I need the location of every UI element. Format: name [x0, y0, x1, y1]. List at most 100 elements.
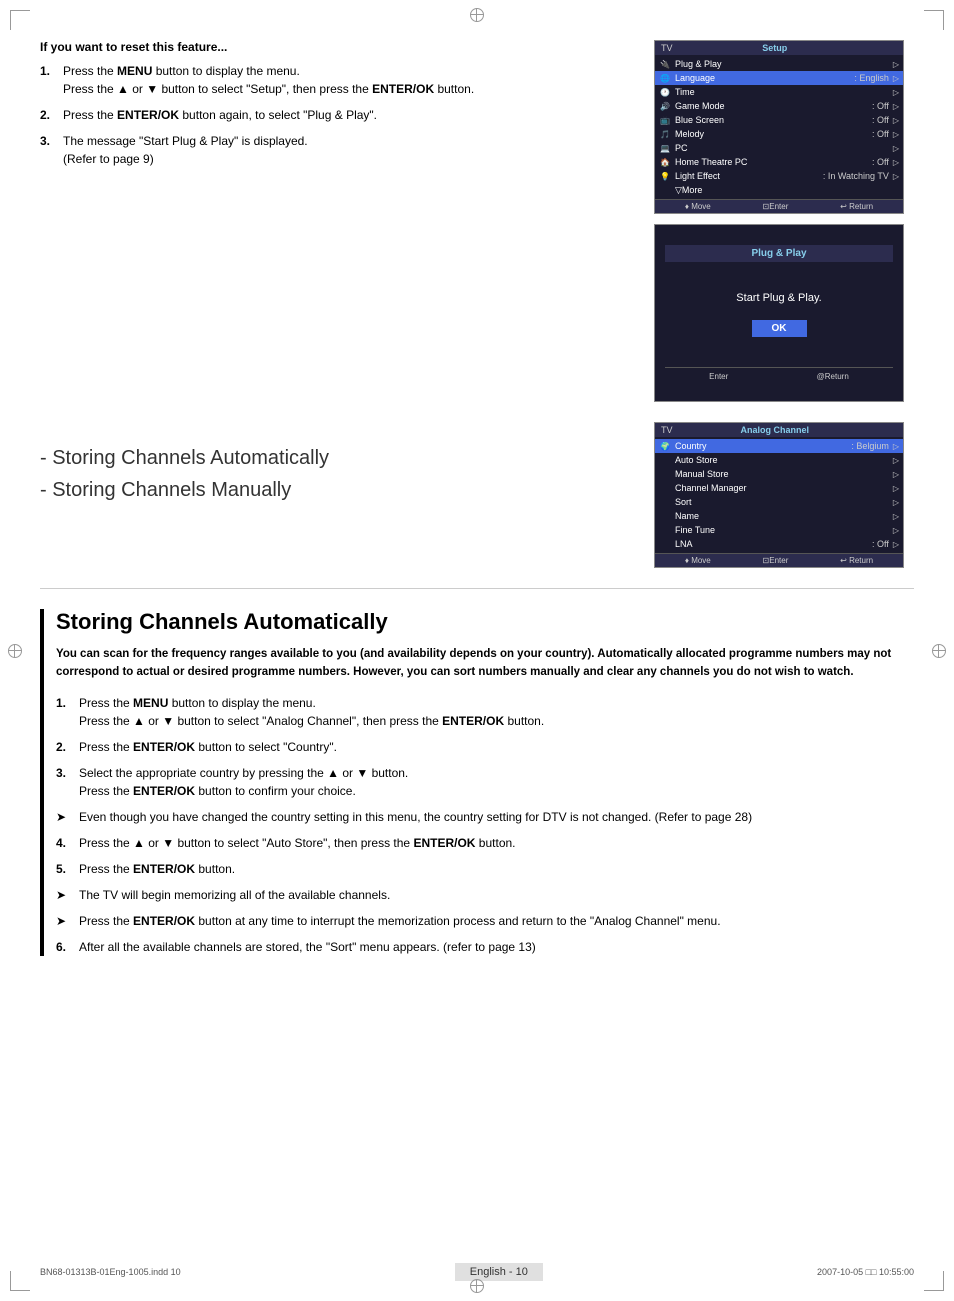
menu-row-plug-play: 🔌 Plug & Play ▷ — [655, 57, 903, 71]
menu-row-blue: 📺 Blue Screen : Off ▷ — [655, 113, 903, 127]
footer-left-text: BN68-01313B-01Eng-1005.indd 10 — [40, 1267, 181, 1277]
bold-enterok-main-2: ENTER/OK — [133, 740, 195, 754]
row-label-plug: Plug & Play — [675, 59, 889, 69]
crosshair-bottom — [470, 1279, 484, 1293]
setup-screen-footer: ♦ Move ⊡Enter ↩ Return — [655, 199, 903, 213]
step-num-1: 1. — [40, 62, 55, 98]
row-arrow-lna: ▷ — [893, 540, 899, 549]
main-description: You can scan for the frequency ranges av… — [56, 645, 914, 682]
bold-enterok-main-6: ENTER/OK — [133, 914, 195, 928]
row-arrow-manual-store: ▷ — [893, 470, 899, 479]
row-arrow-channel-manager: ▷ — [893, 484, 899, 493]
step-text-1: Press the MENU button to display the men… — [63, 62, 474, 98]
top-section: If you want to reset this feature... 1. … — [40, 40, 914, 402]
menu-row-name: Name ▷ — [655, 509, 903, 523]
row-value-melody: : Off — [872, 129, 889, 139]
row-arrow-plug: ▷ — [893, 60, 899, 69]
menu-row-auto-store: Auto Store ▷ — [655, 453, 903, 467]
analog-screen-header: TV Analog Channel — [655, 423, 903, 437]
row-label-lna: LNA — [675, 539, 868, 549]
main-step-note-text-3: Press the ENTER/OK button at any time to… — [79, 912, 721, 930]
main-step-num-6: 6. — [56, 938, 71, 956]
row-label-home: Home Theatre PC — [675, 157, 868, 167]
manual-store-icon — [659, 468, 671, 480]
channel-manager-icon — [659, 482, 671, 494]
blue-icon: 📺 — [659, 114, 671, 126]
lang-icon: 🌐 — [659, 72, 671, 84]
bold-enterok-2: ENTER/OK — [117, 108, 179, 122]
menu-row-game: 🔊 Game Mode : Off ▷ — [655, 99, 903, 113]
light-icon: 💡 — [659, 170, 671, 182]
row-arrow-name: ▷ — [893, 512, 899, 521]
main-step-4: 4. Press the ▲ or ▼ button to select "Au… — [56, 834, 914, 852]
reset-step-2: 2. Press the ENTER/OK button again, to s… — [40, 106, 624, 124]
crosshair-top — [470, 8, 484, 22]
name-icon — [659, 510, 671, 522]
main-step-sym-note3: ➤ — [56, 912, 71, 930]
clock-icon: 🕐 — [659, 86, 671, 98]
ok-button[interactable]: OK — [752, 320, 807, 337]
row-arrow-country: ▷ — [893, 442, 899, 451]
plug-play-screen: Plug & Play Start Plug & Play. OK Enter … — [654, 224, 904, 402]
main-step-note-text-2: The TV will begin memorizing all of the … — [79, 886, 390, 904]
row-label-fine-tune: Fine Tune — [675, 525, 889, 535]
main-step-1: 1. Press the MENU button to display the … — [56, 694, 914, 730]
reset-steps-list: 1. Press the MENU button to display the … — [40, 62, 624, 168]
bold-menu-1: MENU — [117, 64, 152, 78]
main-step-text-2: Press the ENTER/OK button to select "Cou… — [79, 738, 337, 756]
main-step-5: 5. Press the ENTER/OK button. — [56, 860, 914, 878]
main-step-num-5: 5. — [56, 860, 71, 878]
menu-row-sort: Sort ▷ — [655, 495, 903, 509]
bold-enterok-1: ENTER/OK — [372, 82, 434, 96]
main-step-text-3: Select the appropriate country by pressi… — [79, 764, 408, 800]
row-arrow-melody: ▷ — [893, 130, 899, 139]
setup-menu-screen: TV Setup 🔌 Plug & Play ▷ 🌐 Language — [654, 40, 904, 214]
row-arrow-fine-tune: ▷ — [893, 526, 899, 535]
sort-icon — [659, 496, 671, 508]
melody-icon: 🎵 — [659, 128, 671, 140]
footer-move-2: ♦ Move — [685, 556, 711, 565]
main-step-sym-note1: ➤ — [56, 808, 71, 826]
row-arrow-auto-store: ▷ — [893, 456, 899, 465]
footer-return-1: ↩ Return — [840, 202, 873, 211]
sound-icon: 🔊 — [659, 100, 671, 112]
row-arrow-lang: ▷ — [893, 74, 899, 83]
row-label-name: Name — [675, 511, 889, 521]
pc-icon: 💻 — [659, 142, 671, 154]
row-value-blue: : Off — [872, 115, 889, 125]
step-text-2: Press the ENTER/OK button again, to sele… — [63, 106, 377, 124]
row-value-home: : Off — [872, 157, 889, 167]
footer-return-2: ↩ Return — [840, 556, 873, 565]
row-label-light: Light Effect — [675, 171, 819, 181]
tv-label-1: TV — [661, 43, 673, 53]
crosshair-left — [8, 644, 22, 658]
bold-enterok-main-5: ENTER/OK — [133, 862, 195, 876]
pp-return: @Return — [817, 372, 849, 381]
main-section-title: Storing Channels Automatically — [56, 609, 914, 635]
middle-section: - Storing Channels Automatically - Stori… — [40, 422, 914, 568]
menu-row-more: ▽More — [655, 183, 903, 197]
lna-icon — [659, 538, 671, 550]
analog-menu-body: 🌍 Country : Belgium ▷ Auto Store ▷ Manua… — [655, 437, 903, 553]
top-right-screenshots: TV Setup 🔌 Plug & Play ▷ 🌐 Language — [654, 40, 914, 402]
setup-menu-body: 🔌 Plug & Play ▷ 🌐 Language : English ▷ 🕐 — [655, 55, 903, 199]
footer-enter-2: ⊡Enter — [763, 556, 789, 565]
storing-title-1: - Storing Channels Automatically — [40, 442, 634, 474]
row-arrow-sort: ▷ — [893, 498, 899, 507]
analog-channel-screen: TV Analog Channel 🌍 Country : Belgium ▷ … — [654, 422, 904, 568]
row-value-lang: : English — [854, 73, 889, 83]
row-label-auto-store: Auto Store — [675, 455, 889, 465]
footer-right-text: 2007-10-05 □□ 10:55:00 — [817, 1267, 914, 1277]
main-step-text-6: After all the available channels are sto… — [79, 938, 536, 956]
main-steps-list: 1. Press the MENU button to display the … — [56, 694, 914, 956]
setup-screen-title: Setup — [762, 43, 787, 53]
main-step-text-1: Press the MENU button to display the men… — [79, 694, 544, 730]
row-label-pc: PC — [675, 143, 889, 153]
row-value-game: : Off — [872, 101, 889, 111]
auto-store-icon — [659, 454, 671, 466]
menu-row-country: 🌍 Country : Belgium ▷ — [655, 439, 903, 453]
step-num-3: 3. — [40, 132, 55, 168]
crosshair-right — [932, 644, 946, 658]
main-step-note-1: ➤ Even though you have changed the count… — [56, 808, 914, 826]
row-arrow-game: ▷ — [893, 102, 899, 111]
